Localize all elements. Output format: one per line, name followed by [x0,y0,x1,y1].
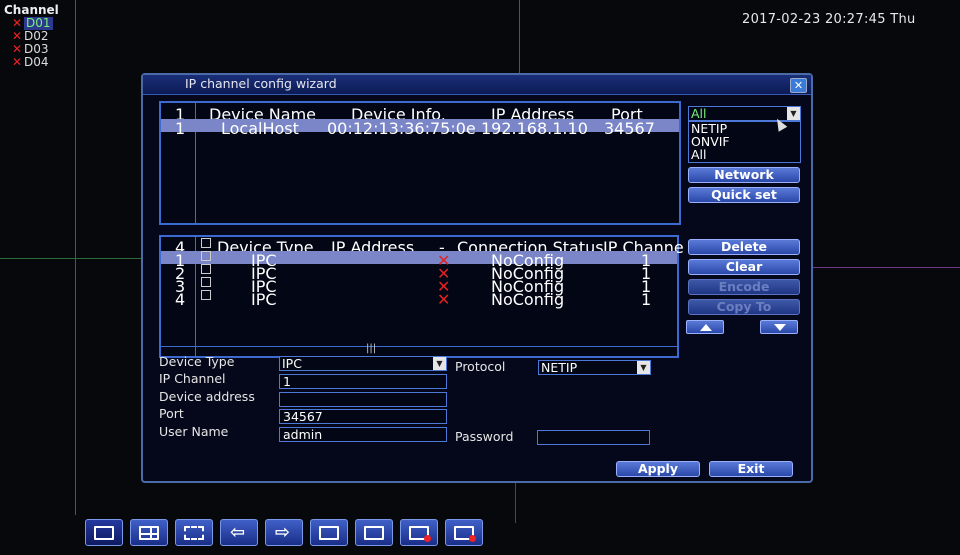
row-checkbox[interactable] [201,251,211,261]
horizontal-scrollbar[interactable]: ||| [161,343,677,354]
next-icon: ⇨ [275,522,291,543]
added-devices-table: 4 Device Type IP Address - Connection St… [159,235,684,358]
network-button[interactable]: Network [688,167,800,183]
row-checkbox[interactable] [201,277,211,287]
dialog-title: IP channel config wizard [185,76,337,91]
table-row[interactable]: 4 IPC ✕ NoConfig 1 [161,290,677,309]
table-header: 4 Device Type IP Address - Connection St… [161,238,684,257]
ip-channel-input[interactable]: 1 [279,374,447,389]
view-divider-vertical-top [519,0,520,73]
stop-icon [454,526,476,542]
option-all[interactable]: All [691,148,800,161]
password-label: Password [455,429,514,444]
protocol-filter-select[interactable]: All ▼ [688,106,801,121]
search-results-table: 1 Device Name Device Info. IP Address Po… [159,101,681,225]
chevron-down-icon: ▼ [433,357,446,370]
dialog-titlebar: IP channel config wizard ✕ [143,75,811,95]
protocol-select[interactable]: NETIP ▼ [538,360,651,375]
table-header: 1 Device Name Device Info. IP Address Po… [161,105,679,124]
ip-channel-config-dialog: IP channel config wizard ✕ 1 Device Name… [141,73,813,483]
fullscreen-icon [184,526,204,540]
record-button[interactable] [310,519,348,546]
table-row[interactable]: 1 LocalHost 00:12:13:36:75:0e 192.168.1.… [161,119,679,138]
option-onvif[interactable]: ONVIF [691,135,800,148]
quad-view-button[interactable] [130,519,168,546]
row-checkbox[interactable] [201,290,211,300]
alarm-button[interactable] [400,519,438,546]
table-row[interactable]: 1 IPC ✕ NoConfig 1 [161,251,677,270]
channel-list: Channel ✕ D01 ✕ D02 ✕ D03 ✕ D04 [0,4,59,69]
move-down-button[interactable] [760,320,798,334]
playback-button[interactable] [355,519,393,546]
user-name-input[interactable]: admin [279,427,447,442]
previous-icon: ⇦ [230,522,246,543]
delete-button[interactable]: Delete [688,239,800,255]
view-divider-vertical-bottom [515,483,516,523]
chevron-down-icon: ▼ [637,361,650,374]
quad-view-icon [139,526,159,540]
exit-button[interactable]: Exit [709,461,793,477]
device-address-input[interactable] [279,392,447,407]
encode-button[interactable]: Encode [688,279,800,295]
arrow-down-icon [774,324,786,331]
next-button[interactable]: ⇨ [265,519,303,546]
user-name-label: User Name [159,424,229,439]
device-type-select[interactable]: IPC ▼ [279,356,447,371]
ip-channel-label: IP Channel [159,371,226,386]
chevron-down-icon: ▼ [787,107,800,120]
offline-icon: ✕ [12,55,23,69]
fullscreen-button[interactable] [175,519,213,546]
copy-to-button[interactable]: Copy To [688,299,800,315]
protocol-label: Protocol [455,359,506,374]
arrow-up-icon [700,324,712,331]
single-view-button[interactable] [85,519,123,546]
playback-icon [364,526,384,540]
view-divider-horizontal-left [0,258,141,259]
single-view-icon [94,526,114,540]
device-address-label: Device address [159,389,255,404]
table-row[interactable]: 3 IPC ✕ NoConfig 1 [161,277,677,296]
stop-button[interactable] [445,519,483,546]
view-divider-horizontal-right [813,267,960,268]
close-icon[interactable]: ✕ [790,78,807,93]
port-label: Port [159,406,184,421]
channel-item-d04[interactable]: ✕ D04 [0,56,59,69]
password-input[interactable] [537,430,650,445]
row-checkbox[interactable] [201,264,211,274]
clear-button[interactable]: Clear [688,259,800,275]
port-input[interactable]: 34567 [279,409,447,424]
alarm-icon [409,526,431,542]
select-all-checkbox[interactable] [201,238,211,248]
table-row[interactable]: 2 IPC ✕ NoConfig 1 [161,264,677,283]
disconnected-icon: ✕ [437,290,451,309]
move-up-button[interactable] [686,320,724,334]
apply-button[interactable]: Apply [616,461,700,477]
taskbar: ⇦ ⇨ [85,519,483,547]
previous-button[interactable]: ⇦ [220,519,258,546]
device-type-label: Device Type [159,354,235,369]
datetime-display: 2017-02-23 20:27:45 Thu [742,12,916,27]
quick-set-button[interactable]: Quick set [688,187,800,203]
record-icon [319,526,339,540]
scrollbar-thumb[interactable]: ||| [366,343,376,354]
